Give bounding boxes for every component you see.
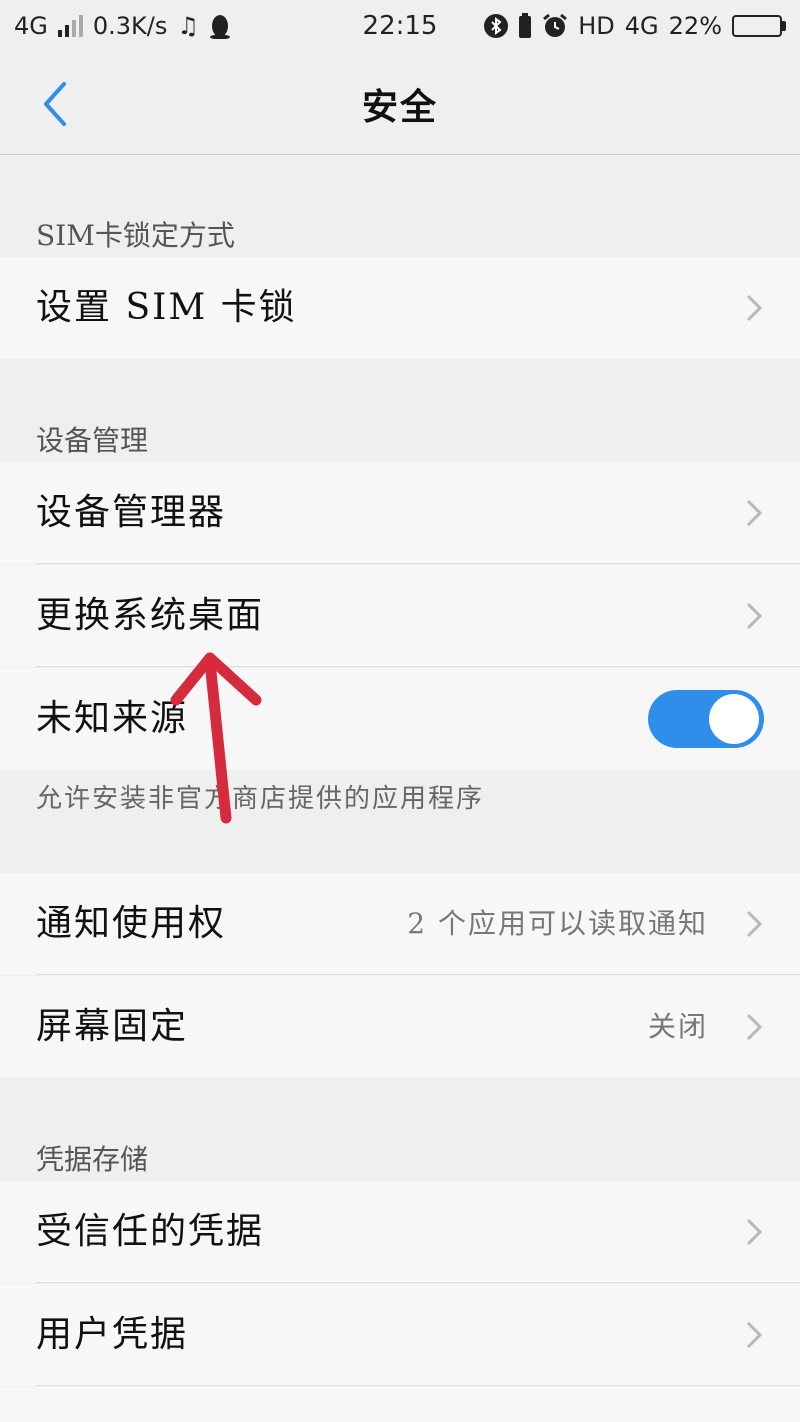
status-bar: 4G 0.3K/s ♫ 22:15 HD 4G 22% [0, 0, 800, 52]
network-speed: 0.3K/s [92, 12, 168, 40]
unknown-sources-toggle[interactable] [648, 690, 764, 748]
row-notification-access[interactable]: 通知使用权 2 个应用可以读取通知 [0, 873, 800, 975]
divider [36, 563, 800, 564]
row-device-admin[interactable]: 设备管理器 [0, 462, 800, 564]
row-user-credentials[interactable]: 用户凭据 [0, 1284, 800, 1386]
row-trusted-credentials[interactable]: 受信任的凭据 [0, 1181, 800, 1283]
row-label: 更换系统桌面 [36, 595, 265, 636]
divider [36, 1282, 800, 1283]
hd-indicator: HD [578, 12, 615, 40]
section-header-credentials: 凭据存储 [36, 1143, 149, 1176]
signal-strength-icon [57, 15, 83, 37]
alarm-icon [543, 13, 568, 37]
status-left: 4G 0.3K/s ♫ [14, 12, 231, 40]
chevron-right-icon [746, 1013, 763, 1041]
chevron-right-icon [746, 499, 763, 527]
top-bar: 安全 [0, 52, 800, 155]
chevron-right-icon [746, 1218, 763, 1246]
row-label: 用户凭据 [36, 1314, 189, 1355]
row-set-sim-lock[interactable]: 设置 SIM 卡锁 [0, 257, 800, 359]
battery-percent: 22% [668, 12, 722, 40]
network-type: 4G [14, 12, 48, 40]
chevron-right-icon [746, 602, 763, 630]
row-screen-pinning[interactable]: 屏幕固定 关闭 [0, 976, 800, 1078]
row-label: 屏幕固定 [36, 1006, 189, 1047]
divider [36, 1385, 800, 1386]
toggle-knob [709, 694, 759, 744]
row-value: 关闭 [647, 1010, 708, 1043]
network-type-right: 4G [624, 12, 659, 40]
security-settings-screen: 4G 0.3K/s ♫ 22:15 HD 4G 22% 安全 SIM卡锁定方式 … [0, 0, 800, 1422]
qq-penguin-icon [209, 15, 230, 39]
chevron-right-icon [746, 1321, 763, 1349]
row-label: 未知来源 [36, 698, 189, 739]
phone-battery-saver-icon [519, 13, 532, 38]
unknown-sources-description: 允许安装非官方商店提供的应用程序 [36, 784, 485, 814]
section-header-sim: SIM卡锁定方式 [36, 219, 235, 252]
section-header-device: 设备管理 [36, 424, 149, 457]
music-icon: ♫ [177, 12, 199, 40]
page-title: 安全 [361, 86, 438, 128]
chevron-right-icon [746, 910, 763, 938]
row-label: 设备管理器 [36, 492, 227, 533]
divider [36, 666, 800, 667]
row-value: 2 个应用可以读取通知 [407, 907, 708, 940]
row-partial-next[interactable] [0, 1387, 800, 1422]
row-unknown-sources: 未知来源 [0, 668, 800, 770]
row-label: 设置 SIM 卡锁 [36, 287, 297, 328]
bluetooth-icon [484, 14, 509, 38]
divider [36, 974, 800, 975]
row-change-launcher[interactable]: 更换系统桌面 [0, 565, 800, 667]
chevron-right-icon [746, 294, 763, 322]
status-right: HD 4G 22% [484, 12, 786, 40]
row-label: 受信任的凭据 [36, 1211, 265, 1252]
row-label: 通知使用权 [36, 903, 227, 944]
battery-icon [732, 15, 786, 37]
